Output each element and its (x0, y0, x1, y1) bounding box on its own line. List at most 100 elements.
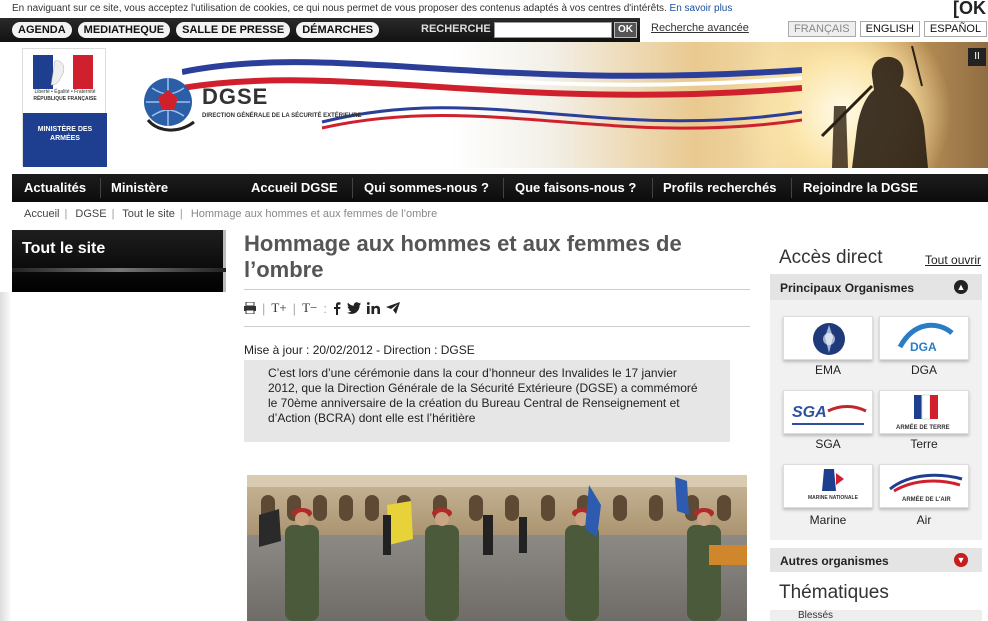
dga-logo-text: DGA (910, 340, 937, 354)
cookie-ok-button[interactable]: [OK (953, 0, 986, 19)
org-ema-logo[interactable] (783, 316, 873, 360)
armee-de-terre-logo-text: ARMÉE DE TERRE (896, 423, 950, 431)
breadcrumb: Accueil | DGSE | Tout le site | Hommage aux… (24, 208, 438, 220)
search-input[interactable] (494, 22, 612, 38)
lang-espanol[interactable]: ESPAÑOL (923, 21, 988, 37)
breadcrumb-accueil[interactable]: Accueil (24, 208, 59, 220)
article-intro: C’est lors d’une cérémonie dans la cour … (244, 360, 730, 442)
principaux-organismes-title: Principaux Organismes (780, 281, 915, 295)
sga-logo-text: SGA (792, 404, 827, 421)
divider (244, 289, 750, 290)
armee-de-terre-logo-icon: ARMÉE DE TERRE (896, 394, 950, 431)
ministry-name: MINISTÈRE DES ARMÉES (23, 113, 107, 167)
print-icon[interactable] (244, 302, 256, 314)
utility-agenda[interactable]: AGENDA (12, 22, 72, 38)
dgse-logo-subtitle: DIRECTION GÉNÉRALE DE LA SÉCURITÉ EXTÉRI… (202, 113, 362, 119)
marianne-icon (33, 55, 93, 89)
principaux-organismes-header[interactable]: Principaux Organismes ▲ (770, 274, 982, 300)
ministry-motto-text: Liberté • Égalité • Fraternité (34, 89, 96, 95)
nav-profils-recherches[interactable]: Profils recherchés (663, 180, 776, 195)
org-marine-label[interactable]: Marine (783, 513, 873, 527)
thematiques-title: Thématiques (779, 582, 889, 603)
top-bar-right: Recherche avancée FRANÇAIS ENGLISH ESPAÑ… (640, 18, 988, 42)
utility-mediatheque[interactable]: MEDIATHEQUE (77, 22, 171, 38)
article-title: Hommage aux hommes et aux femmes de l’om… (244, 231, 682, 282)
org-terre-logo[interactable]: ARMÉE DE TERRE (879, 390, 969, 434)
lang-english[interactable]: ENGLISH (859, 21, 920, 37)
utility-demarches[interactable]: DÉMARCHES (296, 22, 380, 38)
font-decrease-button[interactable]: T− (302, 300, 317, 316)
breadcrumb-tout-le-site[interactable]: Tout le site (122, 208, 175, 220)
armee-de-l-air-logo-text: ARMÉE DE L'AIR (902, 495, 951, 503)
tricolor-ribbon-icon (182, 59, 802, 130)
org-ema-label[interactable]: EMA (783, 363, 873, 377)
left-shadow (0, 292, 12, 621)
nav-separator (352, 178, 353, 198)
org-terre-label[interactable]: Terre (879, 437, 969, 451)
org-sga-logo[interactable]: SGA (783, 390, 873, 434)
article-tools: | T+ | T− : (244, 300, 400, 316)
article-photo (247, 475, 747, 621)
tout-le-site-panel[interactable]: Tout le site (12, 230, 226, 292)
divider (244, 326, 750, 327)
page: En naviguant sur ce site, vous acceptez … (0, 0, 988, 621)
font-increase-button[interactable]: T+ (271, 300, 286, 316)
twitter-icon[interactable] (346, 302, 361, 314)
banner-pause-button[interactable]: II (968, 48, 986, 66)
article-meta: Mise à jour : 20/02/2012 - Direction : D… (244, 343, 475, 357)
dgse-globe-icon[interactable] (138, 72, 202, 136)
search-label: RECHERCHE (421, 23, 491, 35)
nav-ministere[interactable]: Ministère (111, 180, 168, 195)
radio-operator-silhouette-icon (820, 46, 928, 168)
breadcrumb-dgse[interactable]: DGSE (75, 208, 106, 220)
ministry-motto: Liberté • Égalité • Fraternité RÉPUBLIQU… (29, 89, 101, 103)
org-dga-label[interactable]: DGA (879, 363, 969, 377)
armee-de-l-air-logo-icon: ARMÉE DE L'AIR (889, 473, 963, 503)
send-icon[interactable] (385, 302, 400, 314)
nav-separator (791, 178, 792, 198)
org-dga-logo[interactable]: DGA (879, 316, 969, 360)
nav-que-faisons-nous[interactable]: Que faisons-nous ? (515, 180, 636, 195)
utility-salle-de-presse[interactable]: SALLE DE PRESSE (176, 22, 291, 38)
tout-le-site-title: Tout le site (22, 240, 106, 257)
nav-accueil-dgse[interactable]: Accueil DGSE (251, 180, 338, 195)
autres-organismes-header[interactable]: Autres organismes ▼ (770, 548, 982, 572)
panel-divider (12, 268, 226, 272)
cookie-more-link[interactable]: En savoir plus (670, 3, 733, 14)
dgse-logo-text[interactable]: DGSE (202, 84, 268, 110)
thematique-blesses[interactable]: Blessés (770, 610, 982, 621)
principaux-organismes-box: Principaux Organismes ▲ EMA DGA DGA SGA … (770, 274, 982, 540)
ministry-republic-text: RÉPUBLIQUE FRANÇAISE (33, 96, 97, 102)
nav-separator (503, 178, 504, 198)
nav-qui-sommes-nous[interactable]: Qui sommes-nous ? (364, 180, 489, 195)
dga-logo-icon: DGA (897, 322, 954, 354)
facebook-icon[interactable] (333, 301, 341, 315)
marine-nationale-logo-text: MARINE NATIONALE (808, 495, 859, 501)
nav-rejoindre-la-dgse[interactable]: Rejoindre la DGSE (803, 180, 918, 195)
breadcrumb-current: Hommage aux hommes et aux femmes de l’om… (190, 208, 438, 220)
ministry-logo[interactable]: Liberté • Égalité • Fraternité RÉPUBLIQU… (22, 48, 107, 167)
sga-logo-icon: SGA (792, 404, 867, 425)
tout-ouvrir-link[interactable]: Tout ouvrir (925, 253, 981, 267)
ema-emblem-icon (813, 323, 845, 355)
search-ok-button[interactable]: OK (614, 22, 637, 38)
marine-nationale-logo-icon: MARINE NATIONALE (808, 469, 859, 501)
org-air-label[interactable]: Air (879, 513, 969, 527)
collapse-up-icon[interactable]: ▲ (954, 280, 968, 294)
lang-francais[interactable]: FRANÇAIS (788, 21, 856, 37)
nav-actualites[interactable]: Actualités (24, 180, 86, 195)
acces-direct-title: Accès direct (779, 247, 883, 268)
advanced-search-link[interactable]: Recherche avancée (651, 22, 749, 34)
article-intro-text: C’est lors d’une cérémonie dans la cour … (268, 366, 698, 425)
ceremony-photo (247, 475, 747, 621)
header-banner: Liberté • Égalité • Fraternité RÉPUBLIQU… (12, 42, 988, 168)
nav-separator (652, 178, 653, 198)
linkedin-icon[interactable] (366, 302, 380, 314)
language-switcher: FRANÇAIS ENGLISH ESPAÑOL (788, 21, 988, 37)
expand-down-icon[interactable]: ▼ (954, 553, 968, 567)
org-marine-logo[interactable]: MARINE NATIONALE (783, 464, 873, 508)
cookie-banner: En naviguant sur ce site, vous acceptez … (0, 0, 988, 18)
org-sga-label[interactable]: SGA (783, 437, 873, 451)
org-air-logo[interactable]: ARMÉE DE L'AIR (879, 464, 969, 508)
nav-separator (100, 178, 101, 198)
